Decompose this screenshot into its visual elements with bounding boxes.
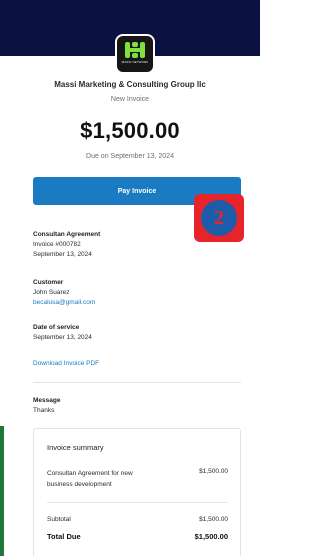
logo-text: MASSI NETWORK (121, 60, 149, 64)
step-number: 2 (201, 200, 237, 236)
message-section: Message Thanks (33, 396, 60, 416)
due-date: Due on September 13, 2024 (86, 153, 174, 160)
customer-name: John Suarez (33, 289, 70, 296)
message-label: Message (33, 397, 61, 404)
logo-mark-icon (124, 42, 146, 58)
section-divider (33, 382, 241, 383)
subtotal-amount: $1,500.00 (199, 516, 228, 523)
invoice-subtitle: New Invoice (110, 96, 150, 103)
line-item-amount: $1,500.00 (199, 468, 228, 475)
total-due-amount: $1,500.00 (194, 532, 228, 541)
invoice-page: MASSI NETWORK Massi Marketing & Consulti… (0, 0, 260, 556)
company-name: Massi Marketing & Consulting Group llc (54, 80, 206, 89)
subtotal-label: Subtotal (47, 516, 71, 523)
message-text: Thanks (33, 407, 55, 414)
summary-divider (47, 502, 228, 503)
customer-email-link[interactable]: becalusa@gmail.com (33, 298, 95, 308)
step-number-badge: 2 (194, 194, 244, 242)
agreement-title: Consultan Agreement (33, 231, 101, 238)
invoice-summary-card: Invoice summary Consultan Agreement for … (33, 428, 241, 556)
customer-section: Customer John Suarez becalusa@gmail.com (33, 278, 95, 308)
customer-label: Customer (33, 279, 64, 286)
left-accent-bar (0, 426, 4, 556)
download-invoice-pdf-link[interactable]: Download Invoice PDF (33, 360, 99, 367)
invoice-number: Invoice #000782 (33, 241, 81, 248)
company-logo: MASSI NETWORK (117, 36, 153, 72)
agreement-section: Consultan Agreement Invoice #000782 Sept… (33, 230, 100, 260)
summary-title: Invoice summary (47, 443, 104, 452)
service-section: Date of service September 13, 2024 (33, 323, 92, 343)
line-item-description: Consultan Agreement for new business dev… (47, 470, 133, 488)
invoice-date: September 13, 2024 (33, 251, 92, 258)
invoice-amount: $1,500.00 (80, 118, 180, 143)
service-date: September 13, 2024 (33, 334, 92, 341)
service-label: Date of service (33, 324, 80, 331)
total-due-label: Total Due (47, 532, 81, 541)
